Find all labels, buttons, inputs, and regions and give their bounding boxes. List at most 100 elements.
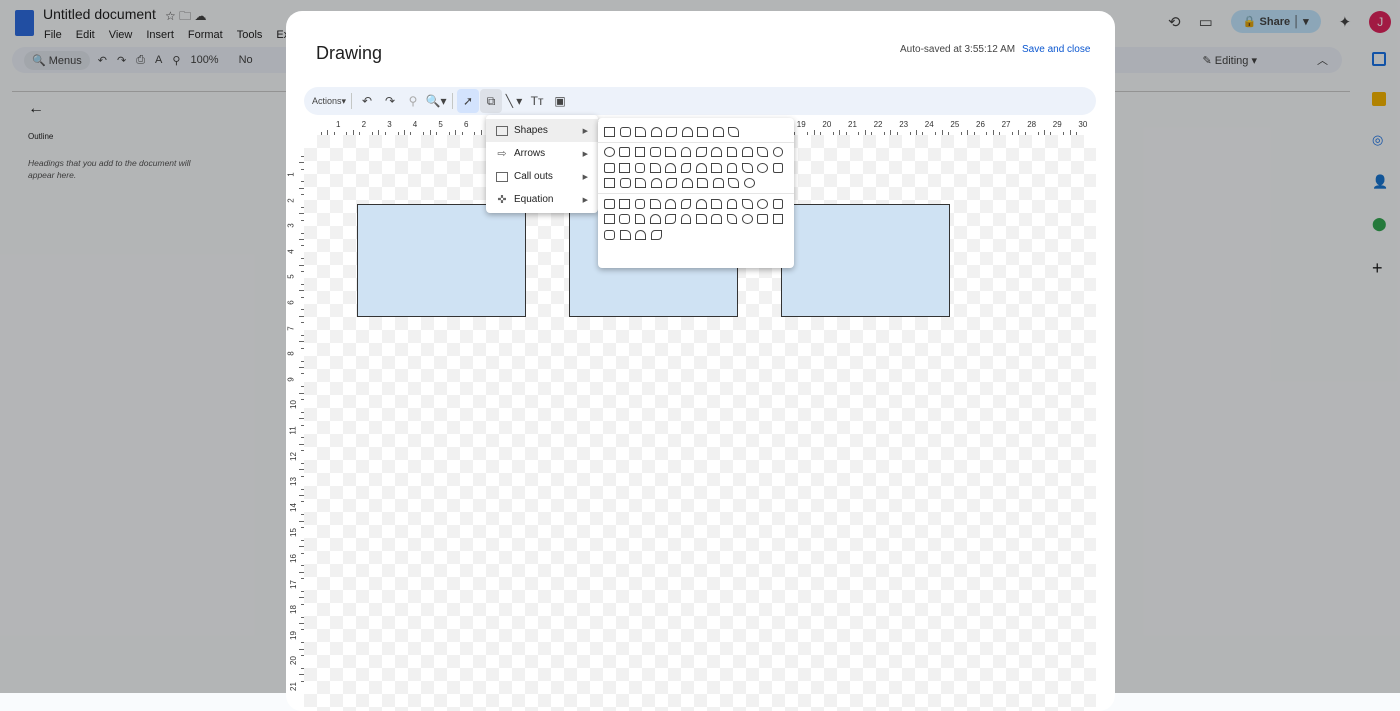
shape-option-icon[interactable]: [649, 162, 661, 173]
shape-option-icon[interactable]: [711, 214, 723, 225]
shape-option-icon[interactable]: [604, 229, 615, 240]
shape-option-icon[interactable]: [680, 214, 692, 225]
shape-option-icon[interactable]: [604, 178, 615, 189]
shape-option-icon[interactable]: [772, 214, 784, 225]
ruler-label: 16: [288, 554, 298, 563]
shape-option-icon[interactable]: [695, 162, 707, 173]
shape-option-icon[interactable]: [604, 162, 615, 173]
shape-option-icon[interactable]: [712, 126, 724, 137]
shape-option-icon[interactable]: [649, 198, 661, 209]
shape-option-icon[interactable]: [741, 198, 753, 209]
autosave-status: Auto-saved at 3:55:12 AM: [900, 44, 1016, 55]
ruler-label: 10: [288, 400, 298, 410]
shape-option-icon[interactable]: [619, 126, 631, 137]
save-and-close-button[interactable]: Save and close: [1022, 44, 1090, 55]
redo-icon[interactable]: ↷: [379, 89, 401, 113]
shape-option-icon[interactable]: [772, 147, 784, 158]
shape-option-icon[interactable]: [680, 162, 692, 173]
shape-option-icon[interactable]: [728, 178, 739, 189]
shape-option-icon[interactable]: [634, 214, 646, 225]
shape-option-icon[interactable]: [757, 198, 769, 209]
shape-option-icon[interactable]: [695, 147, 707, 158]
shape-option-icon[interactable]: [665, 214, 677, 225]
ruler-label: 21: [288, 682, 298, 691]
shape-option-icon[interactable]: [728, 126, 739, 137]
shape-option-icon[interactable]: [772, 162, 784, 173]
undo-icon[interactable]: ↶: [356, 89, 378, 113]
line-icon[interactable]: ╲ ▾: [503, 89, 525, 113]
shape-option-icon[interactable]: [634, 162, 646, 173]
menu-item-arrows[interactable]: ⇨ Arrows ▶: [486, 142, 598, 165]
shape-option-icon[interactable]: [619, 198, 631, 209]
shape-option-icon[interactable]: [741, 162, 753, 173]
menu-item-equation[interactable]: ✜ Equation ▶: [486, 188, 598, 211]
shape-option-icon[interactable]: [680, 147, 692, 158]
shape-option-icon[interactable]: [681, 126, 693, 137]
shape-option-icon[interactable]: [741, 147, 753, 158]
text-box-icon[interactable]: Tт: [526, 89, 548, 113]
shape-option-icon[interactable]: [741, 214, 753, 225]
menu-item-shapes[interactable]: Shapes ▶: [486, 119, 598, 142]
shape-option-icon[interactable]: [711, 147, 723, 158]
shape-option-icon[interactable]: [635, 229, 646, 240]
shape-option-icon[interactable]: [726, 147, 738, 158]
shape-option-icon[interactable]: [726, 162, 738, 173]
shape-option-icon[interactable]: [650, 178, 662, 189]
shape-option-icon[interactable]: [666, 178, 677, 189]
image-icon[interactable]: ▣: [549, 89, 571, 113]
actions-menu[interactable]: Actions ▾: [312, 89, 346, 113]
shape-option-icon[interactable]: [649, 147, 661, 158]
shape-option-icon[interactable]: [743, 178, 755, 189]
zoom-icon[interactable]: 🔍▾: [425, 89, 447, 113]
shape-option-icon[interactable]: [635, 126, 646, 137]
shape-option-icon[interactable]: [726, 214, 738, 225]
vertical-ruler: 1 2 3 4 5 6 7 8 9 10 11 12 13 14 15 16 17 18 19 20 21: [286, 135, 304, 711]
shape-option-icon[interactable]: [711, 162, 723, 173]
shape-option-icon[interactable]: [695, 214, 707, 225]
select-icon[interactable]: ➚: [457, 89, 480, 113]
shape-option-icon[interactable]: [604, 147, 615, 158]
shape-option-icon[interactable]: [757, 214, 769, 225]
shape-option-icon[interactable]: [619, 214, 631, 225]
rectangle-shape[interactable]: [781, 204, 950, 317]
shape-option-icon[interactable]: [726, 198, 738, 209]
shape-option-icon[interactable]: [604, 198, 615, 209]
shape-option-icon[interactable]: [695, 198, 707, 209]
shape-option-icon[interactable]: [757, 147, 769, 158]
ruler-label: 1: [336, 120, 341, 129]
shape-option-icon[interactable]: [665, 198, 677, 209]
shape-icon[interactable]: ⧉: [480, 89, 503, 113]
ruler-label: 18: [288, 605, 298, 615]
shape-row: [604, 176, 788, 192]
shape-option-icon[interactable]: [619, 147, 631, 158]
shape-option-icon[interactable]: [619, 178, 631, 189]
shape-option-icon[interactable]: [619, 229, 631, 240]
ruler-label: 22: [873, 120, 883, 129]
shape-option-icon[interactable]: [634, 198, 646, 209]
shape-option-icon[interactable]: [772, 198, 784, 209]
paint-format-icon[interactable]: ⚲: [402, 89, 424, 113]
shape-option-icon[interactable]: [650, 126, 662, 137]
shape-option-icon[interactable]: [666, 126, 677, 137]
shape-option-icon[interactable]: [649, 214, 661, 225]
shape-option-icon[interactable]: [604, 214, 615, 225]
submenu-arrow-icon: ▶: [582, 127, 588, 135]
shape-option-icon[interactable]: [604, 126, 615, 137]
shape-option-icon[interactable]: [635, 178, 646, 189]
rectangle-shape[interactable]: [357, 204, 526, 317]
shape-option-icon[interactable]: [680, 198, 692, 209]
shape-option-icon[interactable]: [757, 162, 769, 173]
shape-option-icon[interactable]: [697, 126, 708, 137]
shape-option-icon[interactable]: [619, 162, 631, 173]
shape-option-icon[interactable]: [665, 147, 677, 158]
shape-option-icon[interactable]: [634, 147, 646, 158]
menu-item-callouts[interactable]: Call outs ▶: [486, 165, 598, 188]
shape-option-icon[interactable]: [712, 178, 724, 189]
shape-option-icon[interactable]: [665, 162, 677, 173]
shape-option-icon[interactable]: [650, 229, 662, 240]
ruler-label: 6: [464, 120, 469, 129]
ruler-label: 5: [286, 274, 296, 280]
shape-option-icon[interactable]: [681, 178, 693, 189]
shape-option-icon[interactable]: [711, 198, 723, 209]
shape-option-icon[interactable]: [697, 178, 708, 189]
